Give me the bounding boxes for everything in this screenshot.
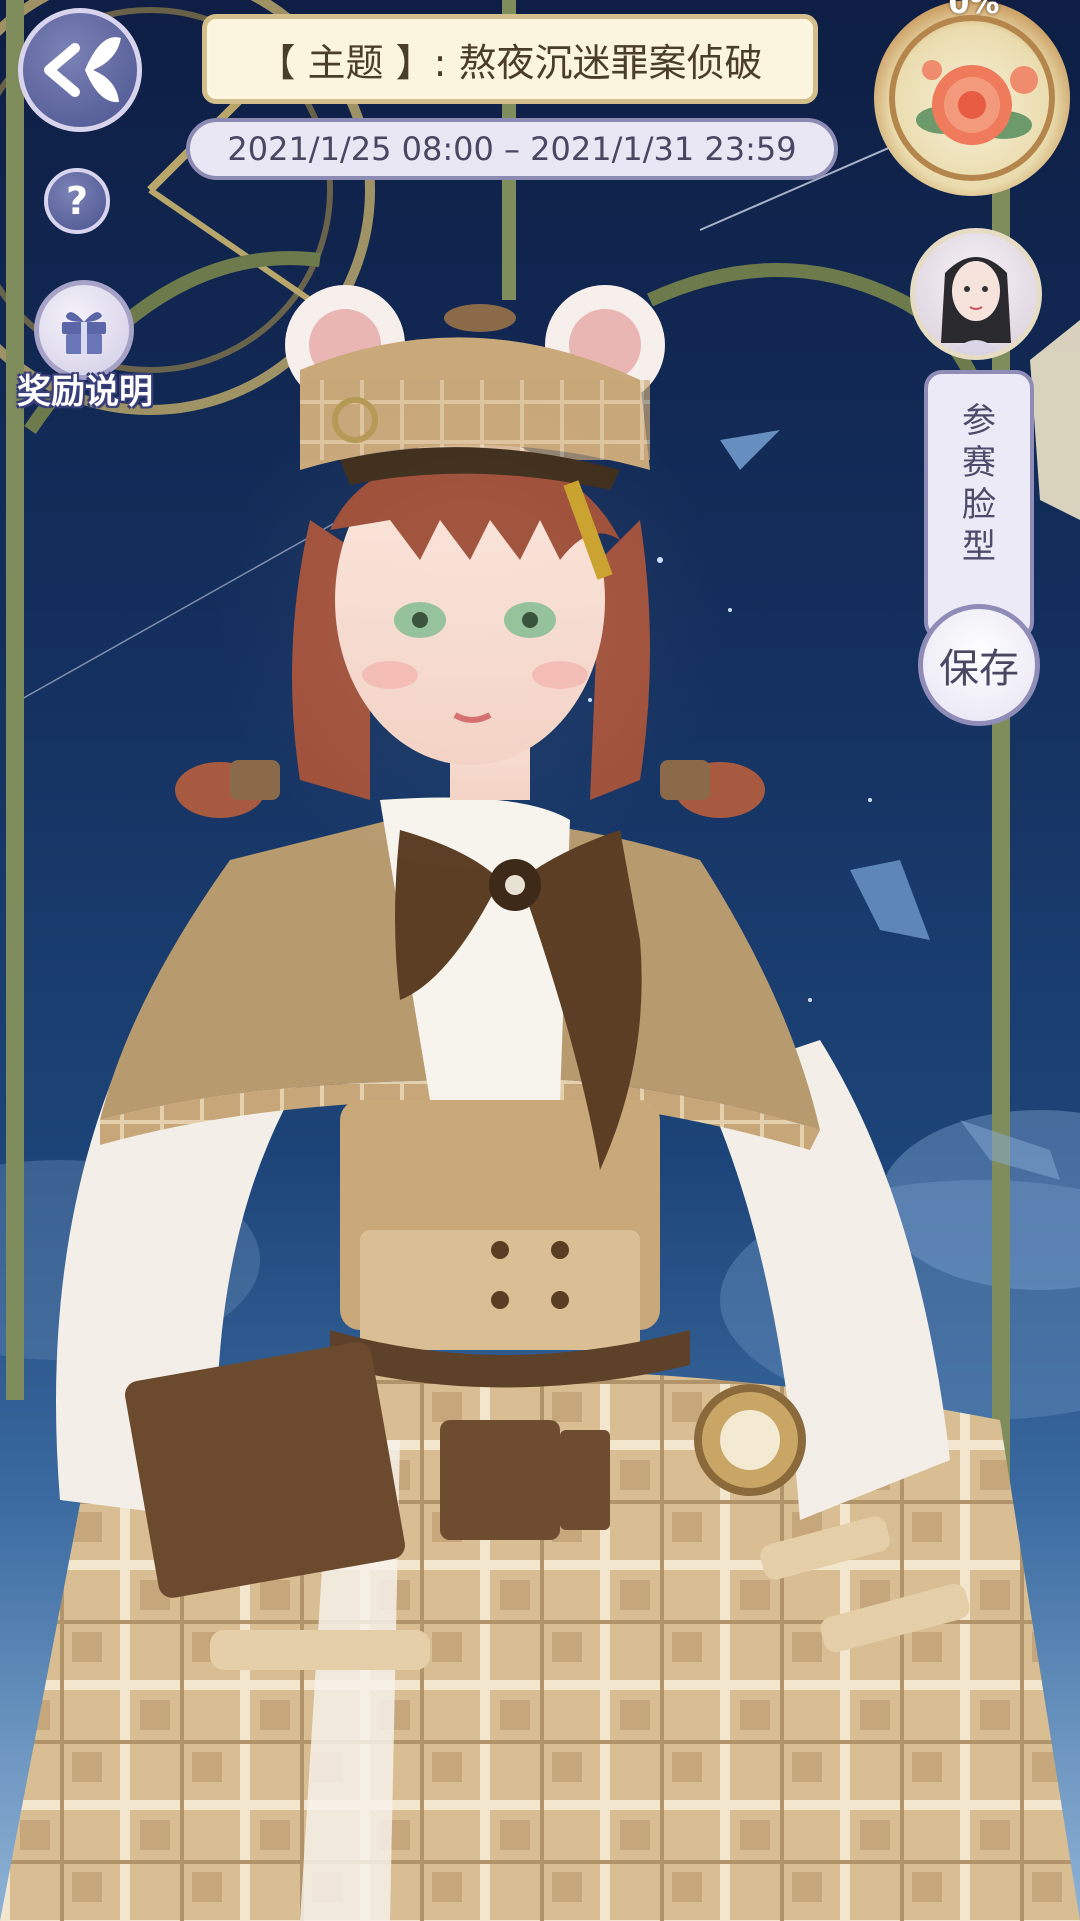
avatar-portrait-icon (941, 257, 1011, 355)
theme-title-banner: 【 主题 】: 熬夜沉迷罪案侦破 (202, 14, 818, 104)
help-label: ? (65, 179, 89, 223)
peony-flower-icon (889, 15, 1055, 181)
event-date-range: 2021/1/25 08:00 – 2021/1/31 23:59 (186, 118, 838, 180)
back-button[interactable] (18, 8, 142, 132)
progress-badge[interactable] (874, 0, 1070, 196)
theme-title: 【 主题 】: 熬夜沉迷罪案侦破 (257, 40, 763, 85)
butterfly-back-icon (44, 37, 121, 103)
date-range-text: 2021/1/25 08:00 – 2021/1/31 23:59 (227, 130, 797, 168)
progress-percent: 0% (948, 0, 1000, 21)
reward-info-label[interactable]: 奖励说明 (10, 364, 160, 413)
save-label: 保存 (939, 646, 1019, 692)
help-button[interactable]: ? (44, 168, 110, 234)
contest-face-tab[interactable]: 参 赛 脸 型 (924, 370, 1034, 640)
gift-icon (62, 312, 106, 354)
face-avatar[interactable] (910, 228, 1042, 360)
save-button[interactable]: 保存 (918, 604, 1040, 726)
contest-face-label: 参 赛 脸 型 (962, 401, 996, 567)
